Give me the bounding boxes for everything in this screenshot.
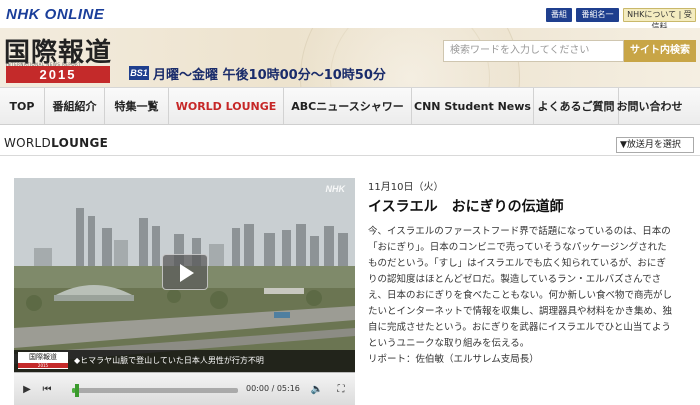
article-line: 「おにぎり」。日本のコンビニで売っていそうなパッケージングされた	[368, 242, 667, 253]
section-title-prefix: WORLD	[4, 136, 52, 150]
video-player[interactable]: NHK 国際報道 2015 ◆ヒマラヤ山脈で登山していた日本人男性が行方不明 ▶…	[14, 178, 355, 405]
volume-icon[interactable]: 🔈	[310, 384, 324, 396]
nav-top[interactable]: TOP	[0, 88, 45, 124]
article-line: ものだという。「すし」はイスラエルでも広く知られているが、おにぎ	[368, 258, 666, 269]
article-date: 11月10日（火）	[368, 182, 444, 193]
fullscreen-icon[interactable]: ⛶	[334, 384, 348, 396]
playback-time: 00:00 / 05:16	[246, 384, 300, 393]
article-line: 自に完成させたという。おにぎりを武器にイスラエルでひと山当てよう	[368, 322, 671, 333]
broadcast-schedule: 月曜～金曜 午後10時00分～10時50分	[153, 68, 386, 83]
article-body: 今、イスラエルのファーストフード界で話題になっているのは、日本の 「おにぎり」。…	[368, 224, 688, 368]
article-line: というユニークな取り組みを伝える。	[368, 338, 530, 349]
bs1-channel-icon: BS1	[129, 66, 149, 80]
nav-abc-news-shower[interactable]: ABCニュースシャワー	[284, 88, 412, 124]
article-line: え、日本のおにぎりを食べたこともない。何か新しい食べ物で商売がし	[368, 290, 673, 301]
caption-logo-year: 2015	[18, 363, 68, 368]
progress-track[interactable]	[72, 388, 238, 393]
site-search-button[interactable]: サイト内検索	[624, 40, 696, 62]
skip-back-icon[interactable]: ⏮	[40, 384, 54, 396]
caption-logo-title: 国際報道	[29, 353, 57, 361]
article-line: 今、イスラエルのファーストフード界で話題になっているのは、日本の	[368, 226, 671, 237]
main-nav: TOP 番組紹介 特集一覧 WORLD LOUNGE ABCニュースシャワー C…	[0, 87, 700, 125]
about-nhk-link[interactable]: NHKについて | 受信料	[623, 8, 696, 31]
play-overlay-button[interactable]	[162, 254, 208, 290]
program-year-badge: 2015	[6, 66, 110, 83]
nav-program-intro[interactable]: 番組紹介	[45, 88, 105, 124]
nhk-online-logo[interactable]: NHK ONLINE	[6, 6, 104, 23]
article-line: たいとインターネットで情報を収集し、調理器具や材料をかき集め、独	[368, 306, 673, 317]
search-input[interactable]: 検索ワードを入力してください	[443, 40, 624, 62]
nav-contact[interactable]: お問い合わせ	[617, 88, 683, 124]
section-title: WORLDLOUNGE	[4, 136, 108, 150]
video-frame[interactable]: NHK 国際報道 2015 ◆ヒマラヤ山脈で登山していた日本人男性が行方不明	[14, 178, 355, 372]
article-line: りの認知度はほとんどゼロだ。製造しているラン・エルバズさんでさ	[368, 274, 662, 285]
progress-handle[interactable]	[75, 384, 79, 397]
caption-text: ◆ヒマラヤ山脈で登山していた日本人男性が行方不明	[74, 356, 264, 365]
nhk-watermark: NHK	[325, 184, 346, 194]
player-controls: ▶ ⏮ 00:00 / 05:16 🔈 ⛶	[14, 372, 355, 405]
caption-program-logo: 国際報道 2015	[18, 352, 68, 369]
broadcast-month-select[interactable]: ▼放送月を選択	[616, 137, 694, 153]
section-title-main: LOUNGE	[51, 136, 109, 150]
program-guide-link[interactable]: 番組表	[546, 8, 572, 33]
article-title: イスラエル おにぎりの伝道師	[368, 199, 564, 215]
nav-faq[interactable]: よくあるご質問	[534, 88, 619, 124]
nav-cnn-student-news[interactable]: CNN Student News	[412, 88, 534, 124]
nav-features[interactable]: 特集一覧	[105, 88, 169, 124]
top-bar: NHK ONLINE 番組表 番組名一覧 NHKについて | 受信料	[0, 0, 700, 33]
nav-world-lounge[interactable]: WORLD LOUNGE	[169, 88, 284, 124]
news-caption-bar: 国際報道 2015 ◆ヒマラヤ山脈で登山していた日本人男性が行方不明	[14, 350, 355, 372]
play-icon[interactable]: ▶	[20, 384, 34, 396]
section-divider	[0, 155, 700, 156]
program-list-link[interactable]: 番組名一覧	[576, 8, 619, 33]
article-reporter: リポート：佐伯敏（エルサレム支局長）	[368, 354, 539, 365]
